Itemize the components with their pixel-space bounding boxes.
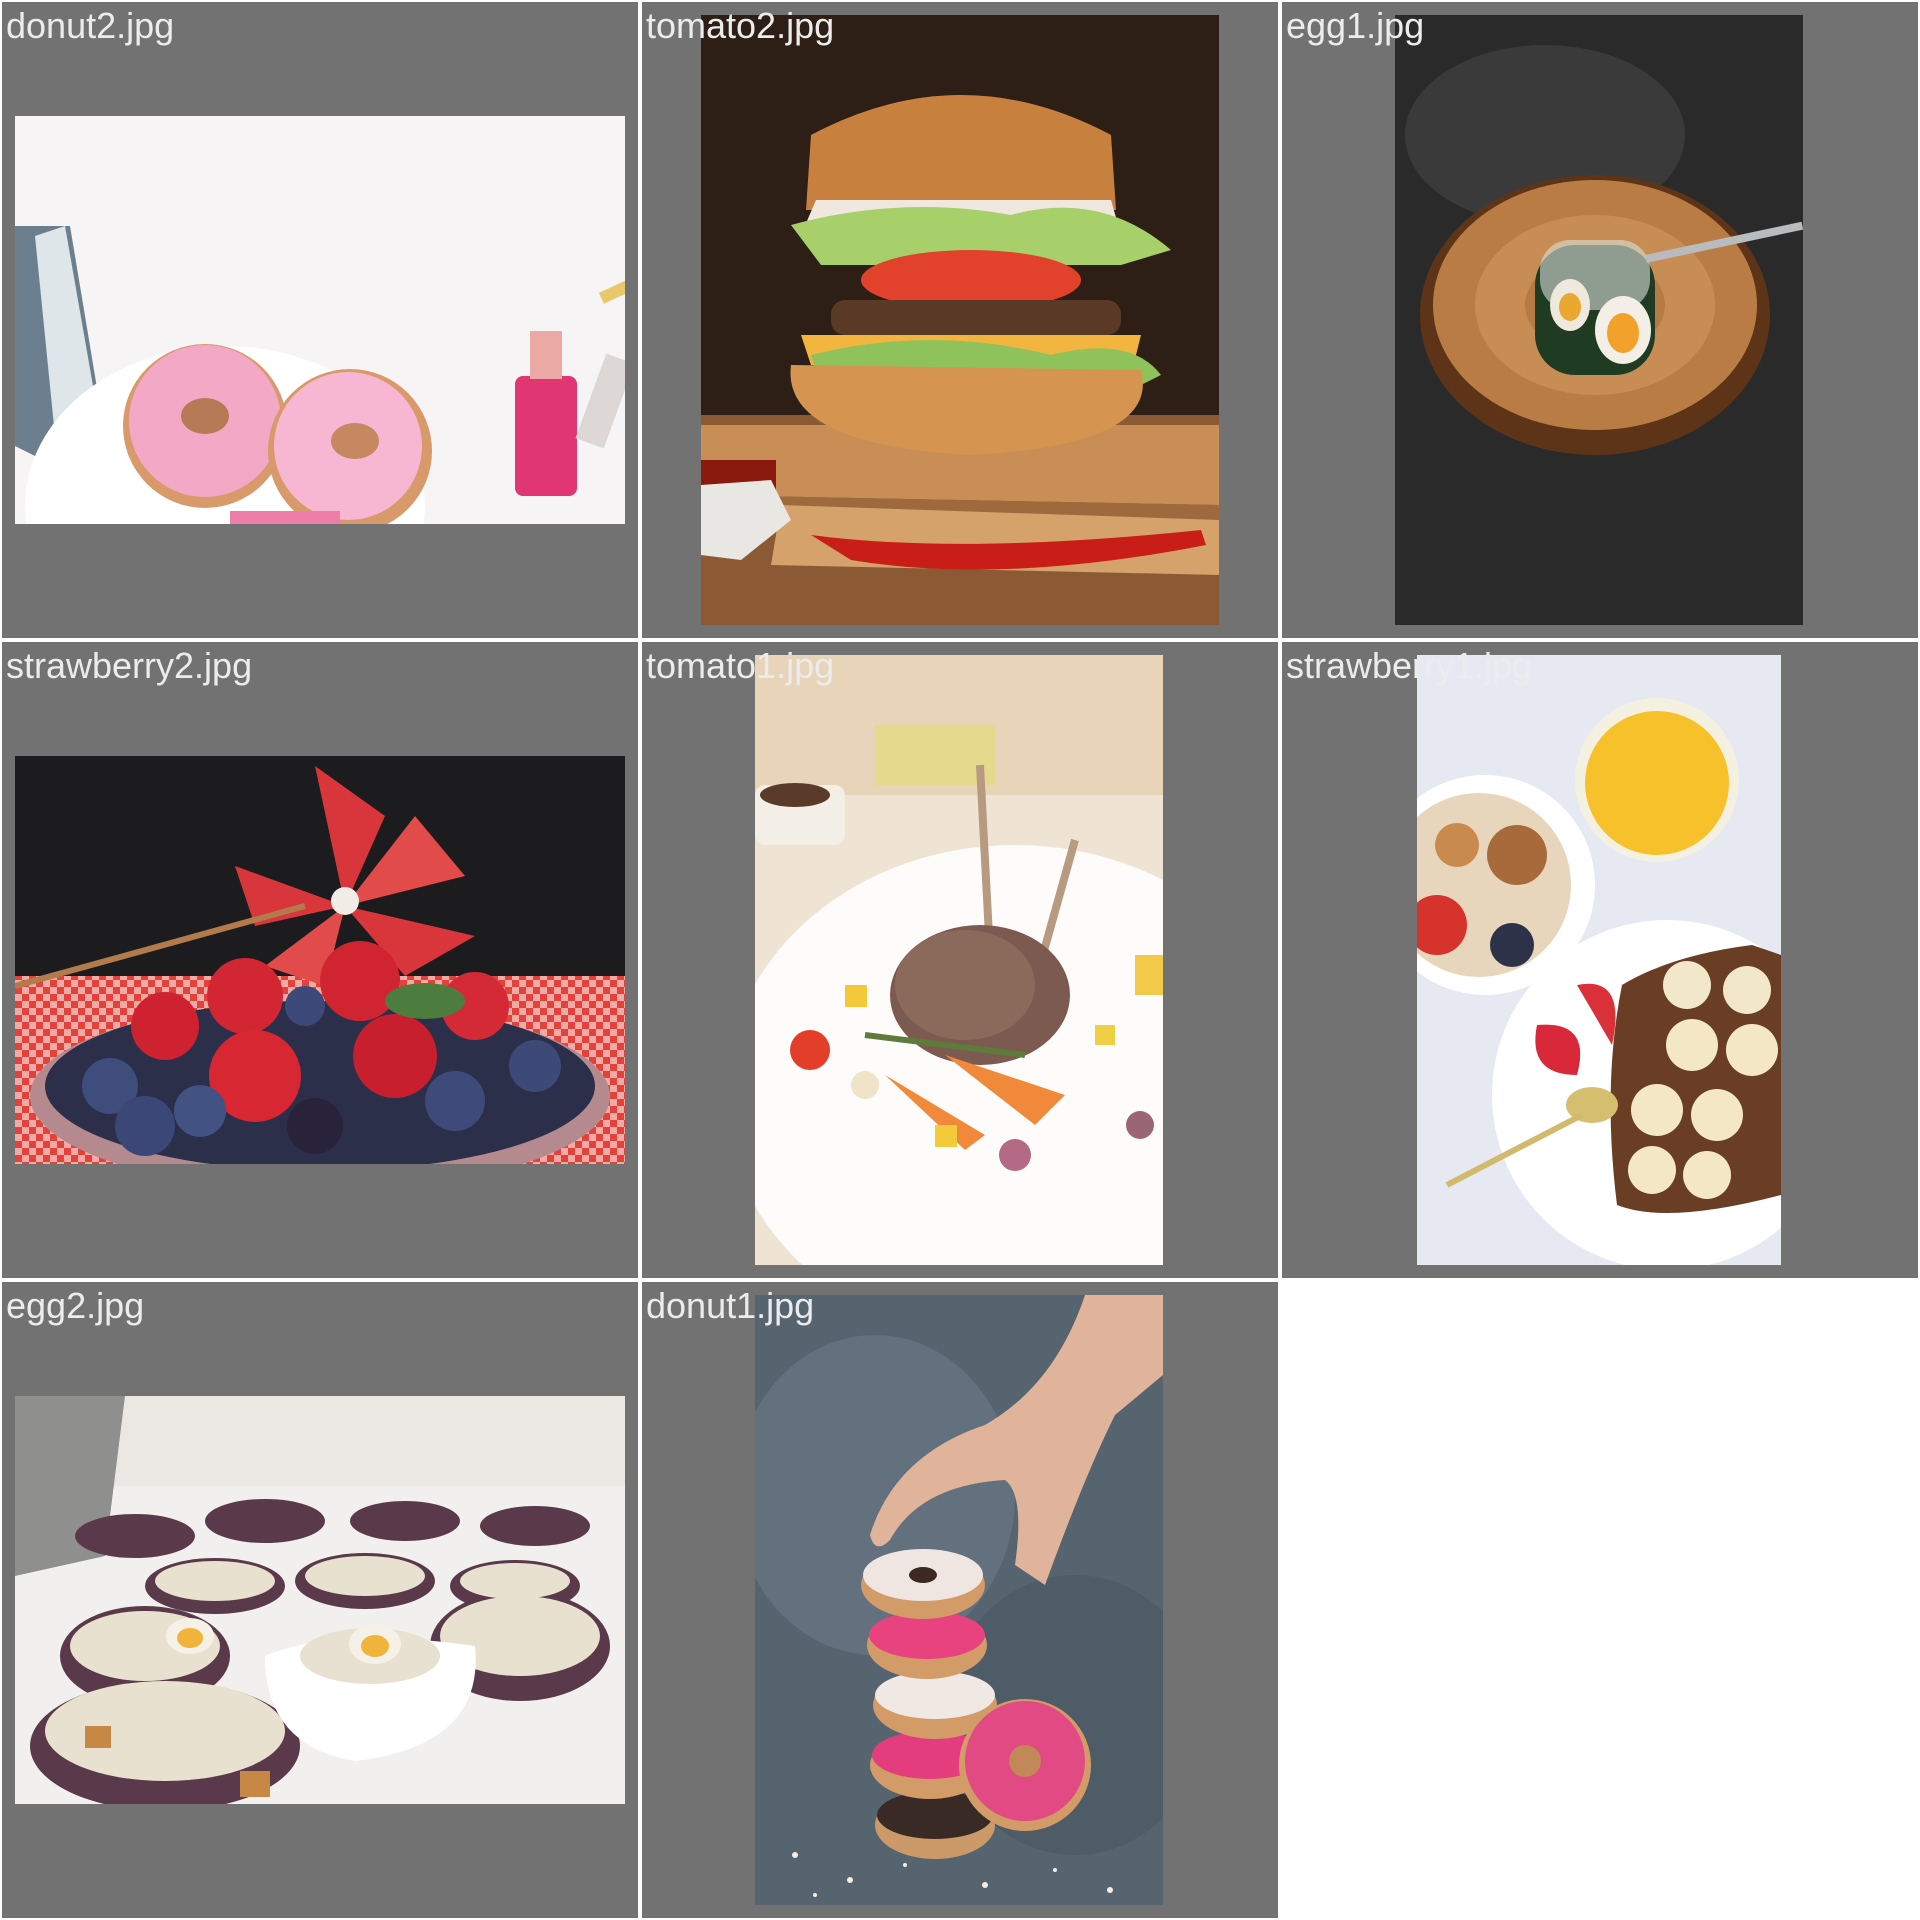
thumbnail-egg1[interactable]: [1395, 15, 1803, 625]
thumbnail-strawberry1[interactable]: [1417, 655, 1781, 1265]
image-tile-tomato2[interactable]: tomato2.jpg: [642, 2, 1278, 638]
tile-filename-label: donut2.jpg: [6, 5, 175, 46]
tile-filename-label: tomato1.jpg: [646, 645, 835, 686]
tile-filename-label: strawberry1.jpg: [1286, 645, 1533, 686]
breakfast-photo: [1417, 655, 1781, 1265]
tile-filename-label: strawberry2.jpg: [6, 645, 253, 686]
thumbnail-strawberry2[interactable]: [15, 756, 625, 1164]
berries-photo: [15, 756, 625, 1164]
image-tile-strawberry1[interactable]: strawberry1.jpg: [1282, 642, 1918, 1278]
tile-filename-label: egg1.jpg: [1286, 5, 1425, 46]
pink-donut-left: [123, 344, 287, 508]
tile-filename-label: donut1.jpg: [646, 1285, 815, 1326]
thumbnail-donut2[interactable]: [15, 116, 625, 524]
burger-photo: [701, 15, 1219, 625]
donut-stack: [861, 1549, 997, 1859]
image-tile-donut1[interactable]: donut1.jpg: [642, 1282, 1278, 1918]
tile-filename-label: tomato2.jpg: [646, 5, 835, 46]
image-tile-tomato1[interactable]: tomato1.jpg: [642, 642, 1278, 1278]
thumbnail-tomato2[interactable]: [701, 15, 1219, 625]
egg-jar-photo: [1395, 15, 1803, 625]
donut-stack-photo: [755, 1295, 1163, 1905]
image-tile-donut2[interactable]: donut2.jpg: [2, 2, 638, 638]
image-tile-strawberry2[interactable]: strawberry2.jpg: [2, 642, 638, 1278]
thumbnail-donut1[interactable]: [755, 1295, 1163, 1905]
salad-bowls-photo: [15, 1396, 625, 1804]
tile-filename-label: egg2.jpg: [6, 1285, 145, 1326]
lamb-plate-photo: [755, 655, 1163, 1265]
thumbnail-egg2[interactable]: [15, 1396, 625, 1804]
image-tile-egg1[interactable]: egg1.jpg: [1282, 2, 1918, 638]
donut-photo: [15, 116, 625, 524]
thumbnail-tomato1[interactable]: [755, 655, 1163, 1265]
image-tile-egg2[interactable]: egg2.jpg: [2, 1282, 638, 1918]
